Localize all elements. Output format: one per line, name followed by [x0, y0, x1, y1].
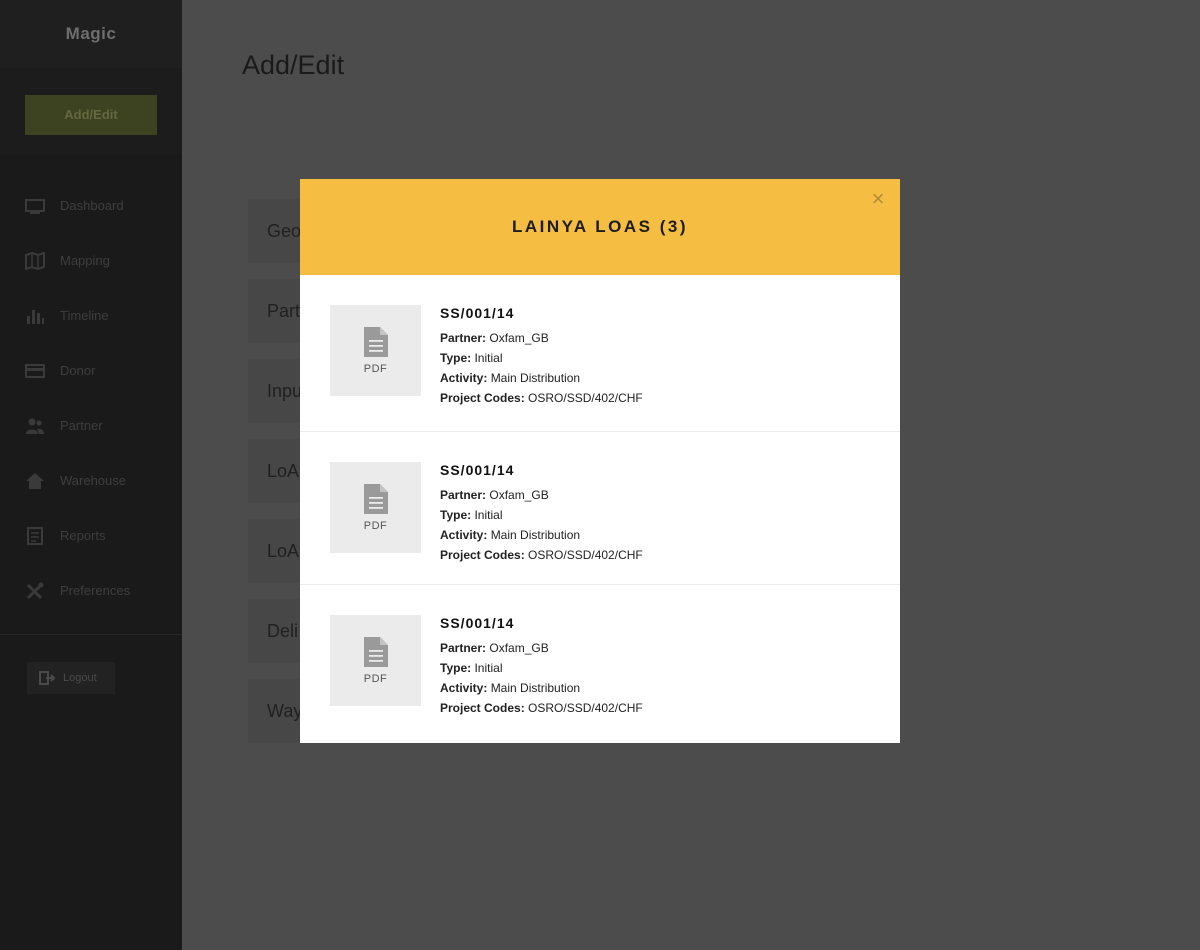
field-value: Main Distribution: [490, 371, 581, 385]
field-label: Project Codes:: [440, 548, 525, 562]
file-type-label: PDF: [363, 362, 388, 375]
sidebar-item-label: Preferences: [60, 583, 131, 598]
field-label: Type:: [440, 661, 472, 675]
field-value: Main Distribution: [490, 681, 581, 695]
activity-field: Activity: Main Distribution: [440, 525, 643, 545]
pdf-download-tile[interactable]: PDF: [330, 462, 421, 553]
list-item: PDF SS/001/14 Partner: Oxfam_GB Type: In…: [300, 432, 900, 585]
file-type-label: PDF: [363, 672, 388, 685]
field-label: Activity:: [440, 371, 488, 385]
field-label: Type:: [440, 351, 472, 365]
logout-label: Logout: [63, 672, 97, 684]
sidebar-item-label: Donor: [60, 363, 96, 378]
field-label: Activity:: [440, 528, 488, 542]
logout-icon: [39, 670, 56, 686]
field-value: OSRO/SSD/402/CHF: [528, 701, 643, 715]
card-icon: [24, 362, 46, 380]
field-label: Type:: [440, 508, 472, 522]
field-value: OSRO/SSD/402/CHF: [528, 548, 643, 562]
sidebar-item-label: Reports: [60, 528, 106, 543]
field-value: Oxfam_GB: [489, 331, 549, 345]
entry-info: SS/001/14 Partner: Oxfam_GB Type: Initia…: [440, 462, 643, 565]
partner-field: Partner: Oxfam_GB: [440, 328, 643, 348]
sidebar-item-timeline[interactable]: Timeline: [0, 288, 182, 343]
modal-header: LAINYA LOAS (3) ×: [300, 179, 900, 275]
modal-title: LAINYA LOAS (3): [511, 217, 689, 236]
project-codes-field: Project Codes: OSRO/SSD/402/CHF: [440, 698, 643, 718]
sidebar-nav: Dashboard Mapping Timeline Donor Partner: [0, 178, 182, 618]
field-label: Partner:: [440, 331, 487, 345]
file-type-label: PDF: [363, 519, 388, 532]
document-icon: [363, 483, 388, 514]
field-label: Project Codes:: [440, 701, 525, 715]
partner-field: Partner: Oxfam_GB: [440, 638, 643, 658]
monitor-icon: [24, 197, 46, 215]
pdf-download-tile[interactable]: PDF: [330, 305, 421, 396]
sidebar-item-label: Mapping: [60, 253, 110, 268]
entry-info: SS/001/14 Partner: Oxfam_GB Type: Initia…: [440, 305, 643, 408]
list-item: PDF SS/001/14 Partner: Oxfam_GB Type: In…: [300, 275, 900, 432]
sidebar-item-reports[interactable]: Reports: [0, 508, 182, 563]
loa-code: SS/001/14: [440, 462, 515, 478]
field-value: Initial: [474, 351, 503, 365]
page-title: Add/Edit: [242, 50, 345, 80]
activity-field: Activity: Main Distribution: [440, 368, 643, 388]
house-icon: [24, 472, 46, 490]
sidebar-item-warehouse[interactable]: Warehouse: [0, 453, 182, 508]
sidebar-item-dashboard[interactable]: Dashboard: [0, 178, 182, 233]
field-value: Initial: [474, 508, 503, 522]
field-value: Main Distribution: [490, 528, 581, 542]
sidebar-item-donor[interactable]: Donor: [0, 343, 182, 398]
activity-field: Activity: Main Distribution: [440, 678, 643, 698]
field-value: Oxfam_GB: [489, 488, 549, 502]
partner-field: Partner: Oxfam_GB: [440, 485, 643, 505]
close-icon[interactable]: ×: [868, 188, 888, 210]
entry-info: SS/001/14 Partner: Oxfam_GB Type: Initia…: [440, 615, 643, 718]
field-label: Partner:: [440, 641, 487, 655]
sidebar-item-label: Timeline: [60, 308, 109, 323]
map-icon: [24, 251, 46, 270]
field-label: Activity:: [440, 681, 488, 695]
logout-button[interactable]: Logout: [27, 662, 115, 694]
type-field: Type: Initial: [440, 658, 643, 678]
add-edit-zone: Add/Edit: [0, 68, 182, 154]
type-field: Type: Initial: [440, 505, 643, 525]
users-icon: [24, 417, 46, 435]
field-value: OSRO/SSD/402/CHF: [528, 391, 643, 405]
sidebar-item-label: Warehouse: [60, 473, 126, 488]
project-codes-field: Project Codes: OSRO/SSD/402/CHF: [440, 388, 643, 408]
report-icon: [24, 526, 46, 545]
type-field: Type: Initial: [440, 348, 643, 368]
sidebar-item-preferences[interactable]: Preferences: [0, 563, 182, 618]
bar-chart-icon: [24, 307, 46, 325]
list-item: PDF SS/001/14 Partner: Oxfam_GB Type: In…: [300, 585, 900, 743]
sidebar-divider: [0, 634, 182, 635]
sidebar-item-mapping[interactable]: Mapping: [0, 233, 182, 288]
pdf-download-tile[interactable]: PDF: [330, 615, 421, 706]
field-value: Initial: [474, 661, 503, 675]
add-edit-button[interactable]: Add/Edit: [25, 95, 157, 135]
brand-logo: Magic: [0, 0, 182, 68]
field-label: Project Codes:: [440, 391, 525, 405]
sidebar: Magic Add/Edit Dashboard Mapping Timelin…: [0, 0, 182, 950]
loa-modal: LAINYA LOAS (3) × PDF SS/001/14 Partner:…: [300, 179, 900, 743]
sidebar-item-partner[interactable]: Partner: [0, 398, 182, 453]
document-icon: [363, 636, 388, 667]
loa-code: SS/001/14: [440, 615, 515, 631]
sidebar-item-label: Dashboard: [60, 198, 124, 213]
field-value: Oxfam_GB: [489, 641, 549, 655]
document-icon: [363, 326, 388, 357]
tools-icon: [24, 582, 46, 600]
loa-code: SS/001/14: [440, 305, 515, 321]
project-codes-field: Project Codes: OSRO/SSD/402/CHF: [440, 545, 643, 565]
sidebar-item-label: Partner: [60, 418, 103, 433]
field-label: Partner:: [440, 488, 487, 502]
